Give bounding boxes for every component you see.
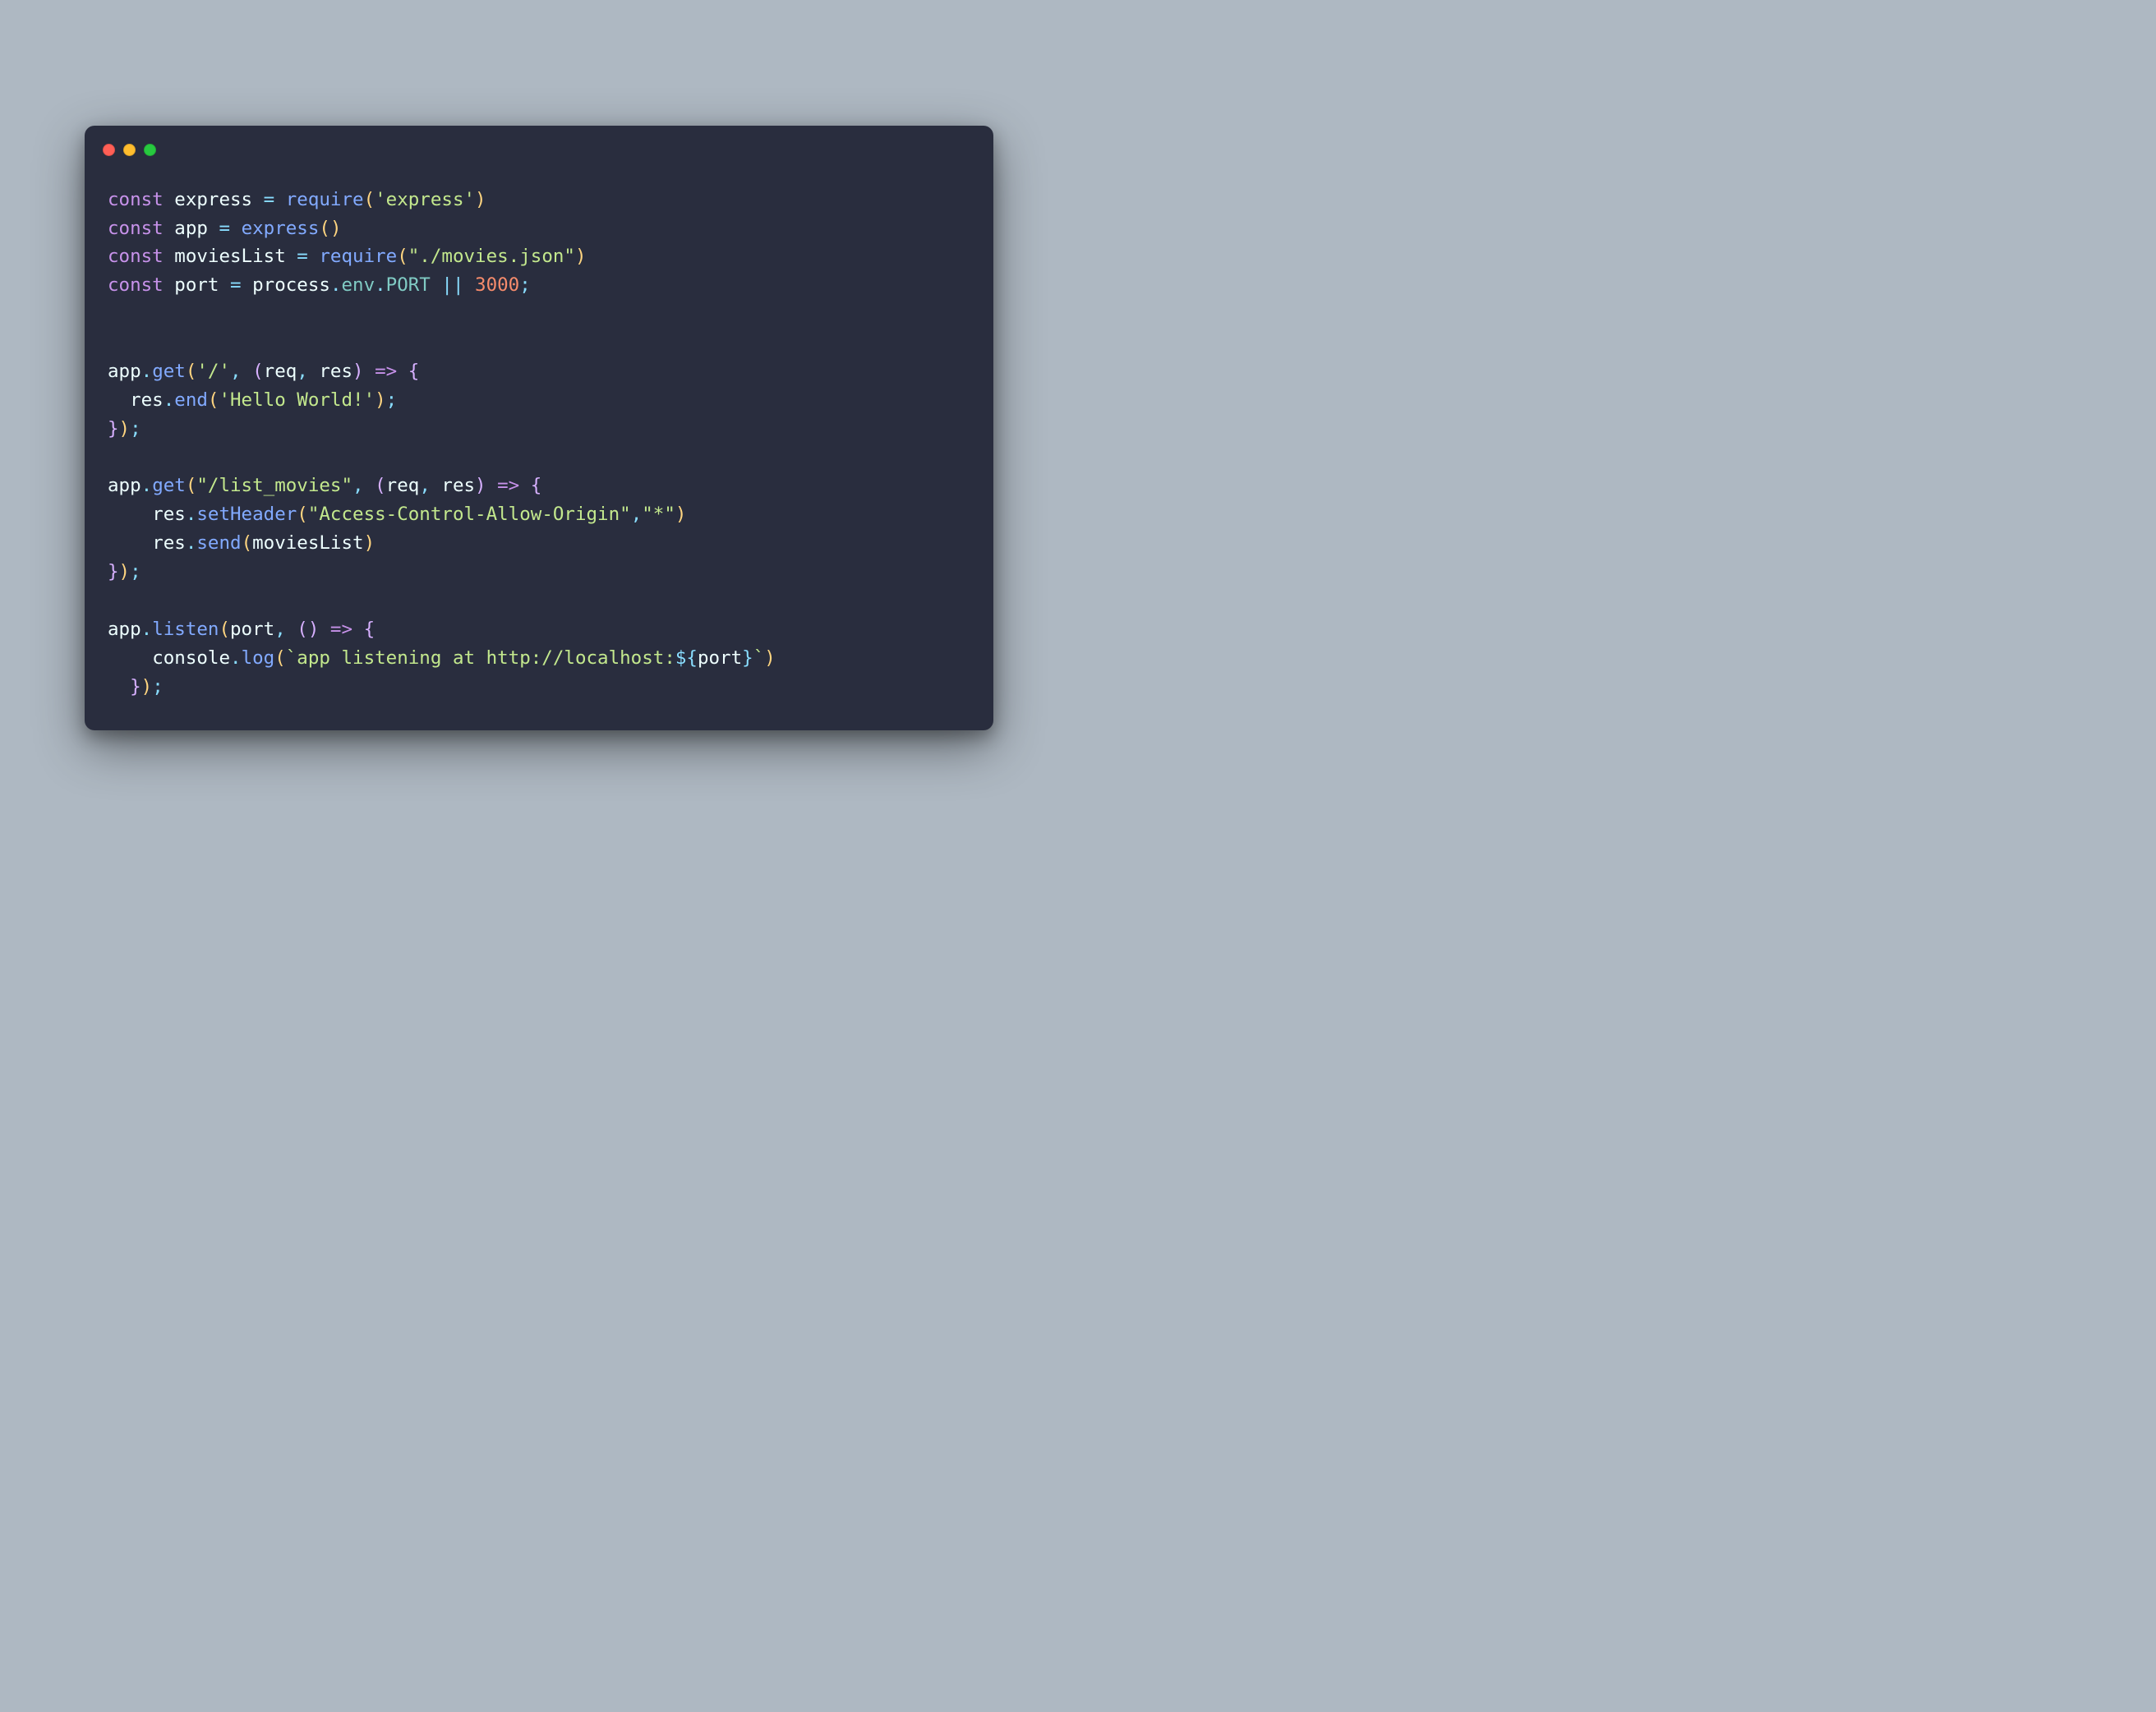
- code-window: const express = require('express') const…: [85, 126, 993, 731]
- code-line-11: app.get("/list_movies", (req, res) => {: [108, 475, 541, 496]
- code-line-17: console.log(`app listening at http://loc…: [108, 647, 776, 669]
- code-line-7: app.get('/', (req, res) => {: [108, 361, 419, 382]
- code-line-9: });: [108, 418, 141, 440]
- code-line-16: app.listen(port, () => {: [108, 619, 375, 640]
- code-line-18: });: [108, 676, 164, 697]
- code-line-2: const app = express(): [108, 218, 341, 239]
- close-icon[interactable]: [103, 144, 115, 156]
- minimize-icon[interactable]: [123, 144, 136, 156]
- code-line-13: res.send(moviesList): [108, 532, 375, 554]
- code-line-4: const port = process.env.PORT || 3000;: [108, 274, 531, 296]
- code-editor[interactable]: const express = require('express') const…: [85, 163, 993, 702]
- code-line-1: const express = require('express'): [108, 189, 486, 210]
- code-line-8: res.end('Hello World!');: [108, 389, 397, 411]
- zoom-icon[interactable]: [144, 144, 156, 156]
- code-line-14: });: [108, 561, 141, 582]
- window-titlebar: [85, 126, 993, 163]
- code-line-12: res.setHeader("Access-Control-Allow-Orig…: [108, 504, 686, 525]
- code-line-3: const moviesList = require("./movies.jso…: [108, 246, 587, 267]
